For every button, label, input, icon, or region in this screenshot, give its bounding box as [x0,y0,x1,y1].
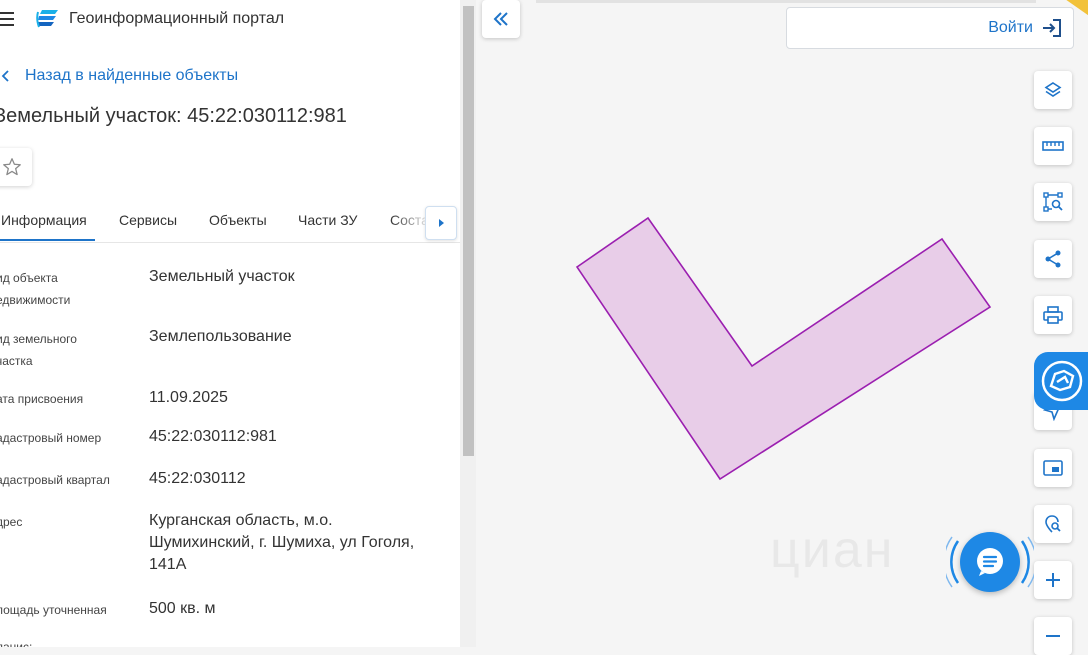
field-value-land-type: Землепользование [149,328,292,345]
share-button[interactable] [1034,240,1072,278]
chat-icon [977,548,1003,576]
minimap-button[interactable] [1034,449,1072,487]
login-button[interactable]: Войти [786,7,1074,49]
portal-logo [36,10,58,28]
layers-icon [1044,82,1062,97]
search-location-button[interactable] [1034,505,1072,543]
favorite-button[interactable] [0,148,32,186]
ruler-button[interactable] [1034,127,1072,165]
share-icon [1045,250,1061,268]
zoom-out-button[interactable] [1034,617,1072,655]
field-label-assign-date: ата присвоения [0,392,84,406]
field-label-cadastral-quarter: адастровый квартал [0,473,110,487]
zoom-in-icon [1046,573,1060,587]
zoom-in-button[interactable] [1034,561,1072,599]
search-location-icon [1045,515,1061,533]
login-icon [1043,19,1061,37]
back-link-label: Назад в найденные объекты [25,67,239,84]
chevron-left-icon [1,70,9,82]
print-button[interactable] [1034,296,1072,334]
info-panel: Геоинформационный портал Назад в найденн… [0,0,460,647]
field-label-address: дрес [0,515,23,529]
tab-composition[interactable]: Соста [390,212,429,228]
login-label: Войти [988,19,1033,36]
map-widget-icon [1041,360,1083,402]
tab-services[interactable]: Сервисы [119,212,177,228]
map-watermark: циан [770,521,895,579]
tab-scroll-right-button[interactable] [425,206,457,240]
field-value-cadastral-number: 45:22:030112:981 [149,428,277,445]
field-label-cadastral-number: адастровый номер [0,431,102,445]
print-icon [1043,306,1063,324]
minimap-icon [1043,460,1063,476]
layers-button[interactable] [1034,71,1072,109]
area-select-icon [1043,192,1063,212]
app-header: Геоинформационный портал [0,0,460,40]
caret-right-icon [438,219,444,227]
ruler-icon [1042,141,1064,151]
field-label-next: ланис: [0,640,33,647]
field-value-area: 500 кв. м [149,600,216,617]
field-value-address: Курганская область, м.о. Шумихинский, г.… [149,512,415,573]
field-value-cadastral-quarter: 45:22:030112 [149,470,246,487]
tab-info[interactable]: Информация [1,212,87,228]
map-widget-button[interactable] [1034,352,1088,410]
tab-bar: Информация Сервисы Объекты Части ЗУ Сост… [0,200,460,243]
double-chevron-left-icon [493,12,508,26]
app-title: Геоинформационный портал [69,10,285,27]
hamburger-icon[interactable] [0,12,14,26]
tab-objects[interactable]: Объекты [209,212,267,228]
active-tab-indicator [0,239,95,241]
collapse-panel-button[interactable] [482,0,520,38]
back-to-results-link[interactable]: Назад в найденные объекты [0,66,238,86]
object-title: Земельный участок: 45:22:030112:981 [0,105,347,127]
zoom-out-icon [1046,635,1060,637]
field-label-land-type: ид земельного частка [0,332,77,368]
area-select-button[interactable] [1034,183,1072,221]
field-value-assign-date: 11.09.2025 [149,389,228,406]
land-parcel-polygon[interactable] [575,216,992,481]
tab-parts[interactable]: Части ЗУ [298,212,357,228]
field-label-area: лощадь уточненная [0,603,107,617]
star-icon [3,158,21,176]
panel-scrollbar-thumb[interactable] [463,6,474,456]
field-value-object-type: Земельный участок [149,268,295,285]
chat-button[interactable] [960,532,1020,592]
field-label-object-type: ид объекта едвижимости [0,271,71,307]
